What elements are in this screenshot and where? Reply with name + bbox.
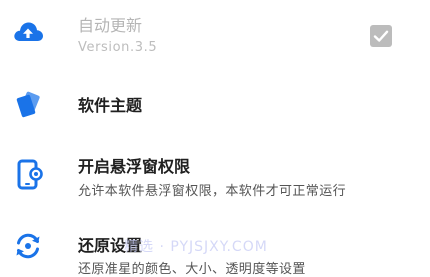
auto-update-title: 自动更新 <box>78 16 143 35</box>
float-permission-title: 开启悬浮窗权限 <box>78 157 191 176</box>
checkmark-icon <box>373 30 389 42</box>
theme-cards-icon <box>10 86 46 122</box>
version-text: Version.3.5 <box>78 40 158 55</box>
float-permission-description: 允许本软件悬浮窗权限，本软件才可正常运行 <box>78 184 347 199</box>
float-permission-row[interactable]: 开启悬浮窗权限 允许本软件悬浮窗权限，本软件才可正常运行 <box>0 134 430 214</box>
watermark: 精选 · PYJSJXY.COM <box>124 239 268 255</box>
theme-title: 软件主题 <box>78 96 143 115</box>
auto-update-row[interactable]: 自动更新 Version.3.5 <box>0 0 430 72</box>
theme-row[interactable]: 软件主题 <box>0 72 430 134</box>
reset-icon <box>10 228 46 264</box>
cloud-upload-icon <box>10 14 46 50</box>
settings-list: 自动更新 Version.3.5 软件主题 开启悬浮窗权限 允许本软件悬浮窗权限… <box>0 0 430 277</box>
auto-update-checkbox[interactable] <box>370 25 392 47</box>
phone-overlay-icon <box>10 156 46 192</box>
reset-description: 还原准星的颜色、大小、透明度等设置 <box>78 262 306 277</box>
